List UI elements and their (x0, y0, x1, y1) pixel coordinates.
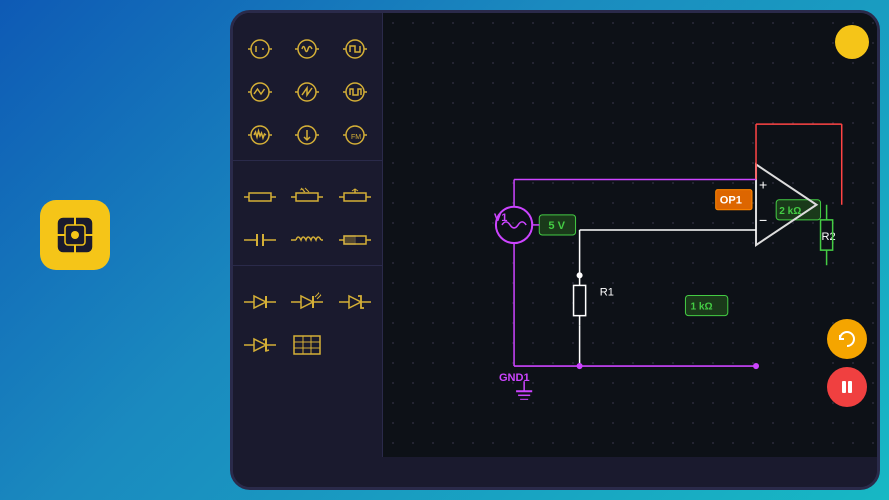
schottky-icon (242, 330, 278, 360)
noise-component[interactable] (237, 115, 283, 156)
led-icon (289, 287, 325, 317)
photoresistor-component[interactable] (285, 177, 331, 218)
fm-component[interactable]: FM (332, 115, 378, 156)
diode-icon (242, 287, 278, 317)
led-component[interactable] (285, 282, 331, 323)
ac-component[interactable] (285, 29, 331, 70)
minus-button[interactable] (835, 25, 869, 59)
capacitor-component[interactable] (237, 220, 283, 261)
led-matrix-component[interactable] (285, 325, 331, 366)
tablet-screen: FM (233, 13, 877, 457)
pause-button[interactable] (827, 367, 867, 407)
svg-text:GND1: GND1 (499, 372, 530, 384)
current-source-component[interactable] (285, 115, 331, 156)
svg-text:1 kΩ: 1 kΩ (690, 302, 712, 313)
dc-component[interactable] (237, 29, 283, 70)
memristor-icon (337, 225, 373, 255)
svg-text:−: − (759, 212, 767, 228)
linear-grid (233, 173, 382, 265)
pulse-icon (337, 77, 373, 107)
resistor-icon (242, 182, 278, 212)
svg-text:OP1: OP1 (720, 195, 742, 207)
square-icon (337, 34, 373, 64)
memristor-component[interactable] (332, 220, 378, 261)
tablet-bottom-bar (233, 457, 877, 487)
diodes-grid (233, 278, 382, 370)
led-matrix-icon (289, 330, 325, 360)
schottky-component[interactable] (237, 325, 283, 366)
current-source-icon (289, 120, 325, 150)
tablet: FM (230, 10, 880, 490)
ac-icon (289, 34, 325, 64)
circuit-canvas: V1 5 V R1 1 kΩ OP1 2 kΩ (383, 13, 877, 457)
svg-text:R1: R1 (600, 286, 614, 298)
triangle-icon (242, 77, 278, 107)
app-icon (40, 200, 110, 270)
section-linear (233, 160, 382, 173)
diode-component[interactable] (237, 282, 283, 323)
triangle-component[interactable] (237, 72, 283, 113)
dc-icon (242, 34, 278, 64)
capacitor-icon (242, 225, 278, 255)
zener-component[interactable] (332, 282, 378, 323)
section-sources (233, 13, 382, 25)
zener-icon (337, 287, 373, 317)
sawtooth-icon (289, 77, 325, 107)
potentiometer-icon (337, 182, 373, 212)
svg-text:FM: FM (351, 134, 361, 141)
photoresistor-icon (289, 182, 325, 212)
square-component[interactable] (332, 29, 378, 70)
svg-text:2 kΩ: 2 kΩ (779, 206, 801, 217)
left-panel (30, 0, 250, 500)
action-buttons (827, 319, 867, 407)
svg-text:+: + (759, 177, 767, 193)
potentiometer-component[interactable] (332, 177, 378, 218)
noise-icon (242, 120, 278, 150)
refresh-button[interactable] (827, 319, 867, 359)
pulse-component[interactable] (332, 72, 378, 113)
section-diodes (233, 265, 382, 278)
svg-text:R2: R2 (822, 231, 836, 243)
svg-text:5 V: 5 V (548, 220, 565, 232)
sources-grid: FM (233, 25, 382, 160)
sawtooth-component[interactable] (285, 72, 331, 113)
component-panel: FM (233, 13, 383, 457)
fm-icon: FM (337, 120, 373, 150)
inductor-icon (289, 225, 325, 255)
inductor-component[interactable] (285, 220, 331, 261)
resistor-component[interactable] (237, 177, 283, 218)
